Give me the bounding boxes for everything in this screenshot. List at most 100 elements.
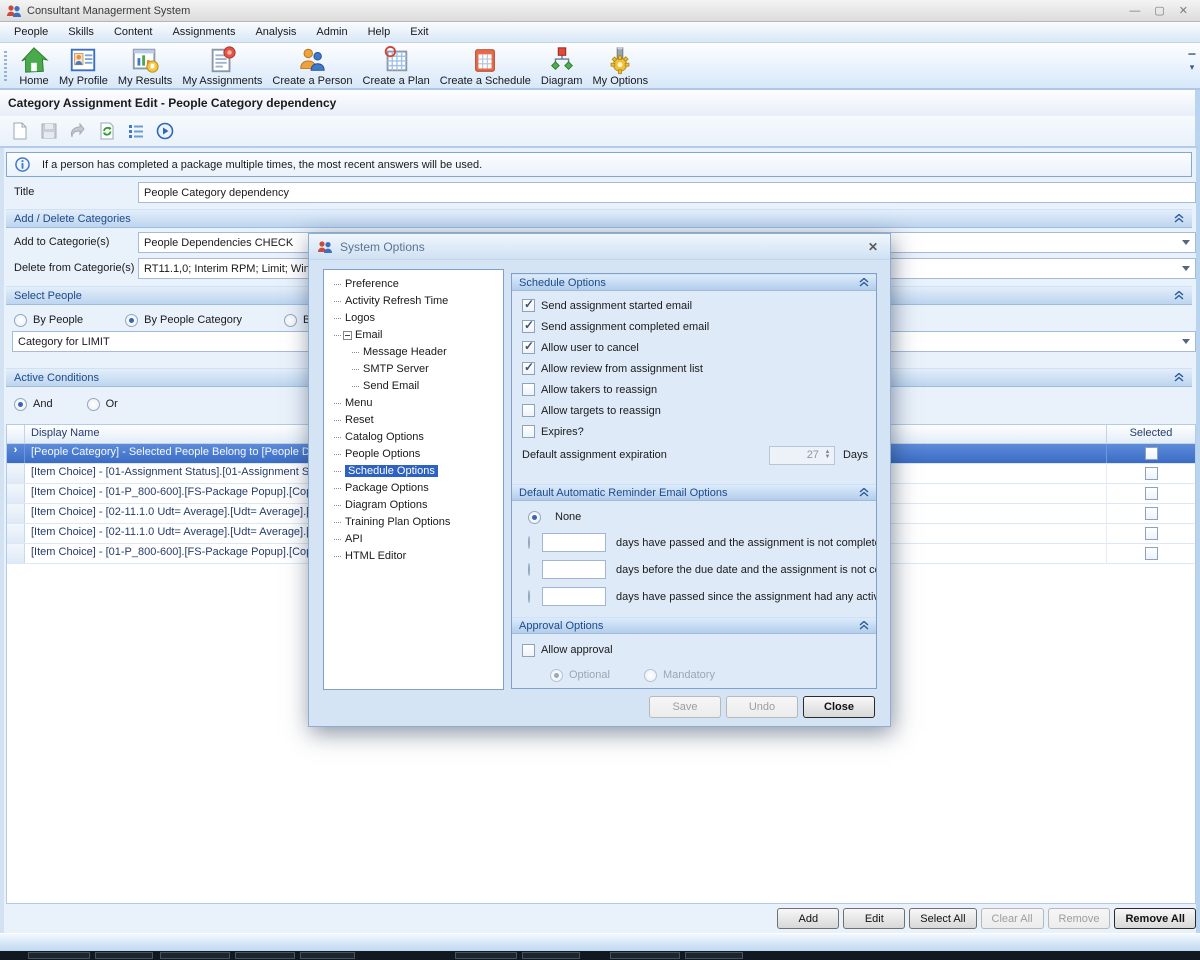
days-inactive-input[interactable] bbox=[542, 587, 606, 606]
close-button[interactable]: Close bbox=[803, 696, 875, 718]
radio-and[interactable]: And bbox=[14, 398, 53, 411]
reminder-options-header[interactable]: Default Automatic Reminder Email Options bbox=[512, 484, 876, 501]
remove-all-button[interactable]: Remove All bbox=[1114, 908, 1196, 929]
schedule-options-header[interactable]: Schedule Options bbox=[512, 274, 876, 291]
create-plan-button[interactable]: Create a Plan bbox=[358, 44, 435, 87]
menu-admin[interactable]: Admin bbox=[306, 23, 357, 41]
save-icon[interactable] bbox=[39, 121, 59, 141]
collapse-minus-icon[interactable] bbox=[343, 331, 352, 340]
row-selected-checkbox[interactable] bbox=[1145, 507, 1158, 520]
radio-reminder-days-inactive[interactable]: days have passed since the assignment ha… bbox=[512, 583, 876, 610]
tree-item-people-options[interactable]: People Options bbox=[326, 446, 501, 463]
checkbox-expires[interactable]: Expires? bbox=[512, 421, 876, 442]
collapse-chevron-icon[interactable] bbox=[1174, 291, 1184, 300]
run-icon[interactable] bbox=[155, 121, 175, 141]
radio-reminder-days-before-due[interactable]: days before the due date and the assignm… bbox=[512, 556, 876, 583]
schedule-options-body: Send assignment started email Send assig… bbox=[512, 291, 876, 484]
days-passed-input[interactable] bbox=[542, 533, 606, 552]
toolbar-overflow-icon[interactable]: ▔▾ bbox=[1186, 55, 1198, 71]
edit-button[interactable]: Edit bbox=[843, 908, 905, 929]
section-add-delete-categories[interactable]: Add / Delete Categories bbox=[6, 209, 1192, 228]
diagram-button[interactable]: Diagram bbox=[536, 44, 588, 87]
radio-optional[interactable]: Optional bbox=[550, 669, 610, 682]
row-selected-checkbox[interactable] bbox=[1145, 487, 1158, 500]
column-selected[interactable]: Selected bbox=[1107, 425, 1195, 443]
new-document-icon[interactable] bbox=[10, 121, 30, 141]
undo-button[interactable]: Undo bbox=[726, 696, 798, 718]
tree-item-logos[interactable]: Logos bbox=[326, 310, 501, 327]
tree-item-catalog-options[interactable]: Catalog Options bbox=[326, 429, 501, 446]
checkbox-allow-review[interactable]: Allow review from assignment list bbox=[512, 358, 876, 379]
create-person-button[interactable]: Create a Person bbox=[267, 44, 357, 87]
radio-reminder-days-passed[interactable]: days have passed and the assignment is n… bbox=[512, 529, 876, 556]
spinner-arrows-icon[interactable]: ▲▼ bbox=[821, 447, 834, 464]
details-list-icon[interactable] bbox=[126, 121, 146, 141]
my-options-button[interactable]: My Options bbox=[587, 44, 653, 87]
tree-item-message-header[interactable]: Message Header bbox=[326, 344, 501, 361]
checkbox-allow-user-cancel[interactable]: Allow user to cancel bbox=[512, 337, 876, 358]
checkbox-send-started-email[interactable]: Send assignment started email bbox=[512, 295, 876, 316]
days-before-due-input[interactable] bbox=[542, 560, 606, 579]
clear-all-button[interactable]: Clear All bbox=[981, 908, 1044, 929]
row-selected-checkbox[interactable] bbox=[1145, 547, 1158, 560]
dialog-close-icon[interactable]: ✕ bbox=[864, 240, 882, 254]
collapse-chevron-icon[interactable] bbox=[859, 278, 869, 287]
add-button[interactable]: Add bbox=[777, 908, 839, 929]
tree-item-smtp-server[interactable]: SMTP Server bbox=[326, 361, 501, 378]
tree-item-reset[interactable]: Reset bbox=[326, 412, 501, 429]
tree-item-activity-refresh-time[interactable]: Activity Refresh Time bbox=[326, 293, 501, 310]
checkbox-allow-takers-reassign[interactable]: Allow takers to reassign bbox=[512, 379, 876, 400]
my-assignments-button[interactable]: My Assignments bbox=[177, 44, 267, 87]
tree-item-training-plan-options[interactable]: Training Plan Options bbox=[326, 514, 501, 531]
checkbox-allow-targets-reassign[interactable]: Allow targets to reassign bbox=[512, 400, 876, 421]
radio-mandatory[interactable]: Mandatory bbox=[644, 669, 715, 682]
tree-item-api[interactable]: API bbox=[326, 531, 501, 548]
radio-reminder-none[interactable]: None bbox=[512, 505, 876, 529]
tree-item-preference[interactable]: Preference bbox=[326, 276, 501, 293]
create-schedule-button[interactable]: Create a Schedule bbox=[435, 44, 536, 87]
approval-options-header[interactable]: Approval Options bbox=[512, 617, 876, 634]
collapse-chevron-icon[interactable] bbox=[859, 621, 869, 630]
radio-by-people-category[interactable]: By People Category bbox=[125, 314, 242, 327]
info-icon bbox=[15, 157, 30, 172]
menu-people[interactable]: People bbox=[4, 23, 58, 41]
tree-item-html-editor[interactable]: HTML Editor bbox=[326, 548, 501, 565]
menu-content[interactable]: Content bbox=[104, 23, 163, 41]
collapse-chevron-icon[interactable] bbox=[1174, 373, 1184, 382]
dialog-buttons: Save Undo Close bbox=[649, 696, 875, 718]
collapse-chevron-icon[interactable] bbox=[859, 488, 869, 497]
radio-by-people[interactable]: By People bbox=[14, 314, 83, 327]
save-button[interactable]: Save bbox=[649, 696, 721, 718]
menu-help[interactable]: Help bbox=[358, 23, 401, 41]
collapse-chevron-icon[interactable] bbox=[1174, 214, 1184, 223]
refresh-icon[interactable] bbox=[97, 121, 117, 141]
grid-gutter-header bbox=[7, 425, 25, 443]
menu-exit[interactable]: Exit bbox=[400, 23, 438, 41]
select-all-button[interactable]: Select All bbox=[909, 908, 976, 929]
tree-item-send-email[interactable]: Send Email bbox=[326, 378, 501, 395]
remove-button[interactable]: Remove bbox=[1048, 908, 1111, 929]
menu-assignments[interactable]: Assignments bbox=[162, 23, 245, 41]
my-results-button[interactable]: My Results bbox=[113, 44, 177, 87]
minimize-icon[interactable]: — bbox=[1129, 1, 1140, 21]
menu-skills[interactable]: Skills bbox=[58, 23, 104, 41]
tree-item-menu[interactable]: Menu bbox=[326, 395, 501, 412]
title-input[interactable] bbox=[138, 182, 1196, 203]
undo-icon[interactable] bbox=[68, 121, 88, 141]
expiration-spinner[interactable]: 27 ▲▼ bbox=[769, 446, 835, 465]
checkbox-send-completed-email[interactable]: Send assignment completed email bbox=[512, 316, 876, 337]
maximize-icon[interactable]: ▢ bbox=[1154, 1, 1164, 21]
tree-item-email[interactable]: Email bbox=[326, 327, 501, 344]
row-selected-checkbox[interactable] bbox=[1145, 527, 1158, 540]
tree-item-schedule-options[interactable]: Schedule Options bbox=[326, 463, 501, 480]
menu-analysis[interactable]: Analysis bbox=[245, 23, 306, 41]
my-profile-button[interactable]: My Profile bbox=[54, 44, 113, 87]
tree-item-diagram-options[interactable]: Diagram Options bbox=[326, 497, 501, 514]
radio-or[interactable]: Or bbox=[87, 398, 118, 411]
close-icon[interactable]: ✕ bbox=[1179, 1, 1188, 21]
checkbox-allow-approval[interactable]: Allow approval bbox=[512, 638, 876, 662]
tree-item-package-options[interactable]: Package Options bbox=[326, 480, 501, 497]
row-selected-checkbox[interactable] bbox=[1145, 447, 1158, 460]
row-selected-checkbox[interactable] bbox=[1145, 467, 1158, 480]
home-button[interactable]: Home bbox=[14, 44, 54, 87]
